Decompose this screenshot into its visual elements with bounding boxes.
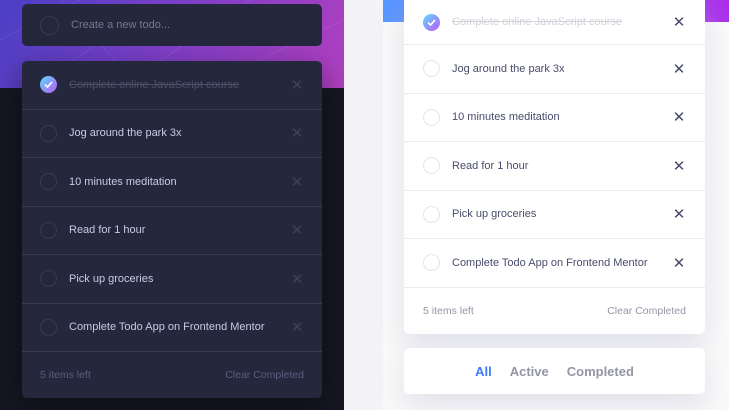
todo-item[interactable]: 10 minutes meditation ✕ <box>22 158 322 207</box>
light-todo-list: Complete online JavaScript course ✕ Jog … <box>404 0 705 334</box>
close-icon[interactable]: ✕ <box>672 157 686 175</box>
items-left-count: 5 items left <box>40 368 91 381</box>
close-icon[interactable]: ✕ <box>672 254 686 272</box>
todo-item[interactable]: Complete Todo App on Frontend Mentor ✕ <box>22 304 322 352</box>
todo-label: Pick up groceries <box>452 208 537 221</box>
new-todo-circle-icon <box>40 15 59 35</box>
dark-theme-panel: Create a new todo... Complete online Jav… <box>0 0 344 410</box>
new-todo-input[interactable]: Create a new todo... <box>22 4 322 46</box>
close-icon[interactable]: ✕ <box>290 270 304 288</box>
checkbox[interactable] <box>40 270 57 288</box>
todo-item[interactable]: Complete Todo App on Frontend Mentor ✕ <box>404 239 705 288</box>
close-icon[interactable]: ✕ <box>290 221 304 239</box>
close-icon[interactable]: ✕ <box>672 60 686 78</box>
list-footer: 5 items left Clear Completed <box>22 352 322 397</box>
todo-item[interactable]: Pick up groceries ✕ <box>22 255 322 304</box>
checkbox[interactable] <box>40 318 57 336</box>
todo-item[interactable]: Pick up groceries ✕ <box>404 191 705 239</box>
checkbox-checked[interactable] <box>40 76 57 94</box>
todo-label: Jog around the park 3x <box>452 62 565 75</box>
checkbox[interactable] <box>423 60 440 78</box>
todo-label: Complete online JavaScript course <box>69 78 239 91</box>
new-todo-placeholder: Create a new todo... <box>71 19 171 31</box>
todo-label: 10 minutes meditation <box>69 175 177 188</box>
todo-label: 10 minutes meditation <box>452 111 560 124</box>
todo-item[interactable]: 10 minutes meditation ✕ <box>404 94 705 142</box>
checkbox[interactable] <box>423 254 440 272</box>
close-icon[interactable]: ✕ <box>290 124 304 142</box>
checkbox-checked[interactable] <box>423 13 440 31</box>
light-theme-panel: Complete online JavaScript course ✕ Jog … <box>383 0 729 410</box>
close-icon[interactable]: ✕ <box>672 205 686 223</box>
todo-label: Jog around the park 3x <box>69 127 182 140</box>
todo-label: Complete Todo App on Frontend Mentor <box>69 321 265 334</box>
todo-label: Read for 1 hour <box>452 159 529 172</box>
dark-todo-list: Complete online JavaScript course ✕ Jog … <box>22 61 322 398</box>
checkbox[interactable] <box>40 124 57 142</box>
todo-item[interactable]: Jog around the park 3x ✕ <box>22 110 322 158</box>
clear-completed-button[interactable]: Clear Completed <box>225 369 304 381</box>
todo-item[interactable]: Jog around the park 3x ✕ <box>404 45 705 94</box>
check-icon <box>427 18 436 26</box>
list-footer: 5 items left Clear Completed <box>404 288 705 334</box>
clear-completed-button[interactable]: Clear Completed <box>607 305 686 317</box>
filter-completed-button[interactable]: Completed <box>567 364 634 379</box>
items-left-count: 5 items left <box>423 304 474 317</box>
todo-item[interactable]: Complete online JavaScript course ✕ <box>22 61 322 110</box>
filter-active-button[interactable]: Active <box>510 364 549 379</box>
check-icon <box>44 81 53 89</box>
todo-item[interactable]: Read for 1 hour ✕ <box>22 207 322 255</box>
filter-all-button[interactable]: All <box>475 364 492 379</box>
checkbox[interactable] <box>40 173 57 191</box>
filter-bar: All Active Completed <box>404 348 705 394</box>
checkbox[interactable] <box>423 205 440 223</box>
todo-label: Pick up groceries <box>69 272 154 285</box>
close-icon[interactable]: ✕ <box>672 108 686 126</box>
close-icon[interactable]: ✕ <box>290 173 304 191</box>
close-icon[interactable]: ✕ <box>290 318 304 336</box>
close-icon[interactable]: ✕ <box>672 13 686 31</box>
todo-item[interactable]: Read for 1 hour ✕ <box>404 142 705 191</box>
checkbox[interactable] <box>423 108 440 126</box>
todo-label: Read for 1 hour <box>69 224 146 237</box>
checkbox[interactable] <box>423 157 440 175</box>
todo-label: Complete online JavaScript course <box>452 16 622 28</box>
close-icon[interactable]: ✕ <box>290 76 304 94</box>
todo-label: Complete Todo App on Frontend Mentor <box>452 256 648 269</box>
panel-divider <box>344 0 383 410</box>
checkbox[interactable] <box>40 221 57 239</box>
todo-item[interactable]: Complete online JavaScript course ✕ <box>404 0 705 45</box>
